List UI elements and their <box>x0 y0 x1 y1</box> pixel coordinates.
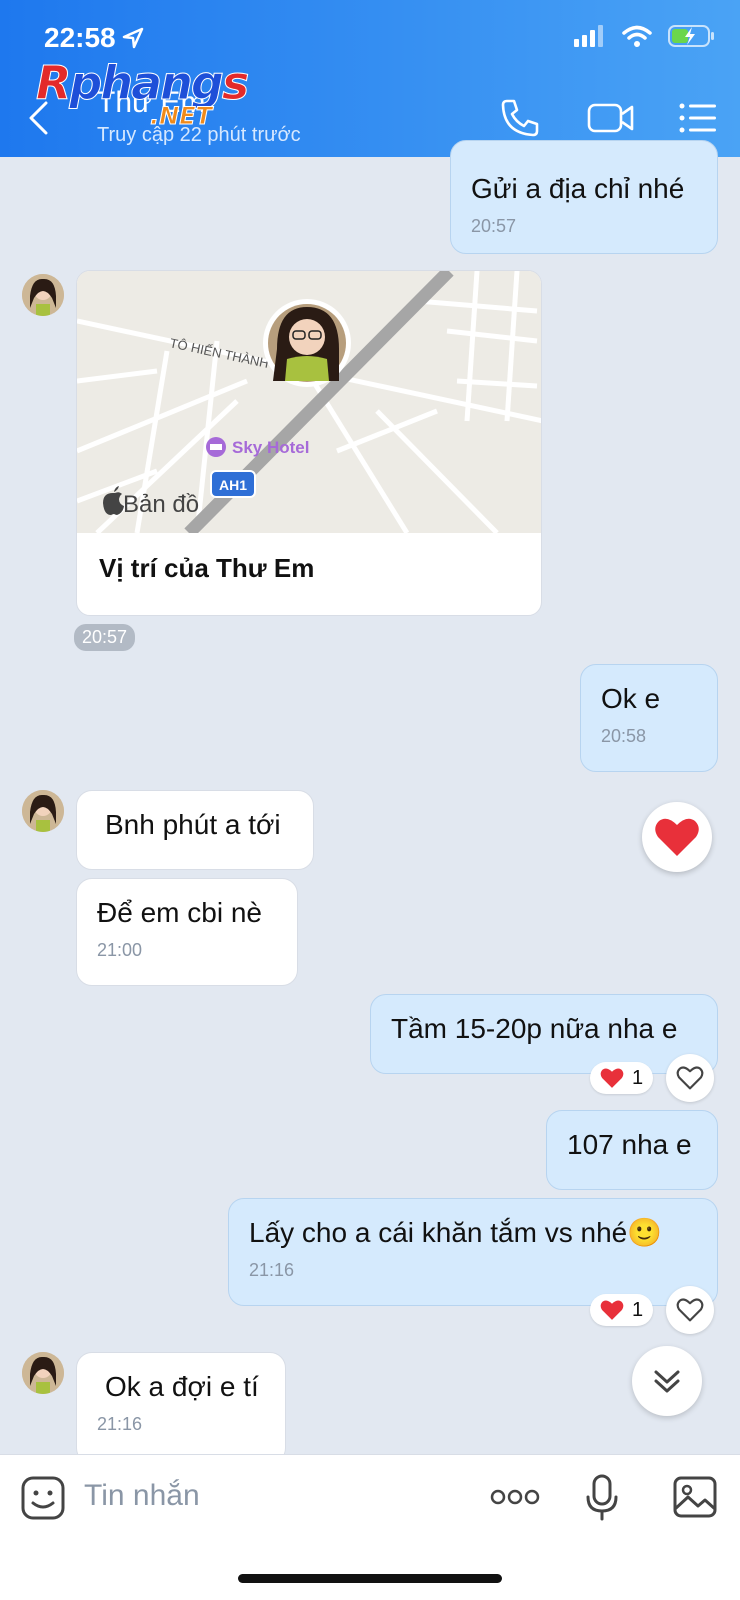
video-call-icon[interactable] <box>586 96 636 140</box>
heart-icon <box>655 818 699 856</box>
double-chevron-down-icon <box>654 1370 680 1393</box>
image-gallery-icon[interactable] <box>672 1475 718 1519</box>
message-input[interactable]: Tin nhắn <box>84 1479 200 1513</box>
outgoing-message[interactable]: Tầm 15-20p nữa nha e <box>370 994 718 1074</box>
message-text: Lấy cho a cái khăn tắm vs nhé🙂 <box>249 1217 663 1248</box>
clock-text: 22:58 <box>44 22 116 53</box>
message-time: 20:58 <box>601 726 647 746</box>
outgoing-message[interactable]: Ok e 20:58 <box>580 664 718 772</box>
map-preview[interactable]: TÔ HIẾN THÀNH Sky Hotel AH1 Bản đồ <box>77 271 541 538</box>
heart-reaction-button[interactable] <box>642 802 712 872</box>
home-indicator[interactable] <box>238 1574 502 1583</box>
battery-charging-icon <box>668 25 714 47</box>
message-text: Để em cbi nè <box>97 897 262 928</box>
location-arrow-icon <box>122 27 143 49</box>
heart-icon <box>600 1068 624 1088</box>
outgoing-message[interactable]: 107 nha e <box>546 1110 718 1190</box>
location-card[interactable]: TÔ HIẾN THÀNH Sky Hotel AH1 Bản đồ Vị tr… <box>76 270 542 616</box>
heart-outline-icon <box>676 1298 704 1322</box>
maps-brand-label: Bản đồ <box>123 491 199 518</box>
heart-outline-icon <box>676 1066 704 1090</box>
incoming-message[interactable]: Ok a đợi e tí 21:16 <box>76 1352 286 1464</box>
chat-header: 22:58 Thư Em Truy cập 22 phút trước Rpha… <box>0 0 740 157</box>
watermark-logo: Rphangs .NET <box>35 56 249 131</box>
reaction-count: 1 <box>632 1298 644 1321</box>
heart-icon <box>600 1300 624 1320</box>
message-time: 20:57 <box>74 624 136 651</box>
scroll-to-bottom-button[interactable] <box>632 1346 702 1416</box>
message-time: 21:16 <box>97 1414 143 1434</box>
microphone-icon[interactable] <box>584 1473 620 1523</box>
contact-avatar[interactable] <box>22 1352 64 1394</box>
menu-list-icon[interactable] <box>678 96 718 140</box>
message-time: 20:57 <box>471 216 517 236</box>
message-text: Ok a đợi e tí <box>105 1371 259 1402</box>
status-icons <box>574 24 716 48</box>
outgoing-message[interactable]: Lấy cho a cái khăn tắm vs nhé🙂 21:16 <box>228 1198 718 1306</box>
reaction-count: 1 <box>632 1066 644 1089</box>
contact-avatar[interactable] <box>22 790 64 832</box>
location-caption: Vị trí của Thư Em <box>99 553 315 583</box>
map-poi-label: Sky Hotel <box>232 438 309 457</box>
wifi-icon <box>622 25 652 47</box>
reaction-summary[interactable]: 1 <box>590 1062 654 1094</box>
like-button[interactable] <box>666 1054 714 1102</box>
reaction-summary[interactable]: 1 <box>590 1294 654 1326</box>
message-text: Ok e <box>601 683 661 714</box>
like-button[interactable] <box>666 1286 714 1334</box>
message-text: Tầm 15-20p nữa nha e <box>391 1013 678 1044</box>
more-options-icon[interactable] <box>490 1485 540 1509</box>
incoming-message[interactable]: Để em cbi nè 21:00 <box>76 878 298 986</box>
message-time: 21:16 <box>249 1260 295 1280</box>
contact-avatar[interactable] <box>22 274 64 316</box>
message-time: 21:00 <box>97 940 143 960</box>
cellular-signal-icon <box>574 25 603 47</box>
road-shield-label: AH1 <box>219 477 247 493</box>
message-text: Gửi a địa chỉ nhé <box>471 173 685 204</box>
message-text: Bnh phút a tới <box>105 809 281 840</box>
message-text: 107 nha e <box>567 1129 692 1160</box>
status-bar-time: 22:58 <box>44 22 144 54</box>
phone-call-icon[interactable] <box>498 96 542 140</box>
outgoing-message[interactable]: Gửi a địa chỉ nhé 20:57 <box>450 140 718 254</box>
incoming-message[interactable]: Bnh phút a tới <box>76 790 314 870</box>
sticker-emoji-icon[interactable] <box>20 1475 66 1521</box>
